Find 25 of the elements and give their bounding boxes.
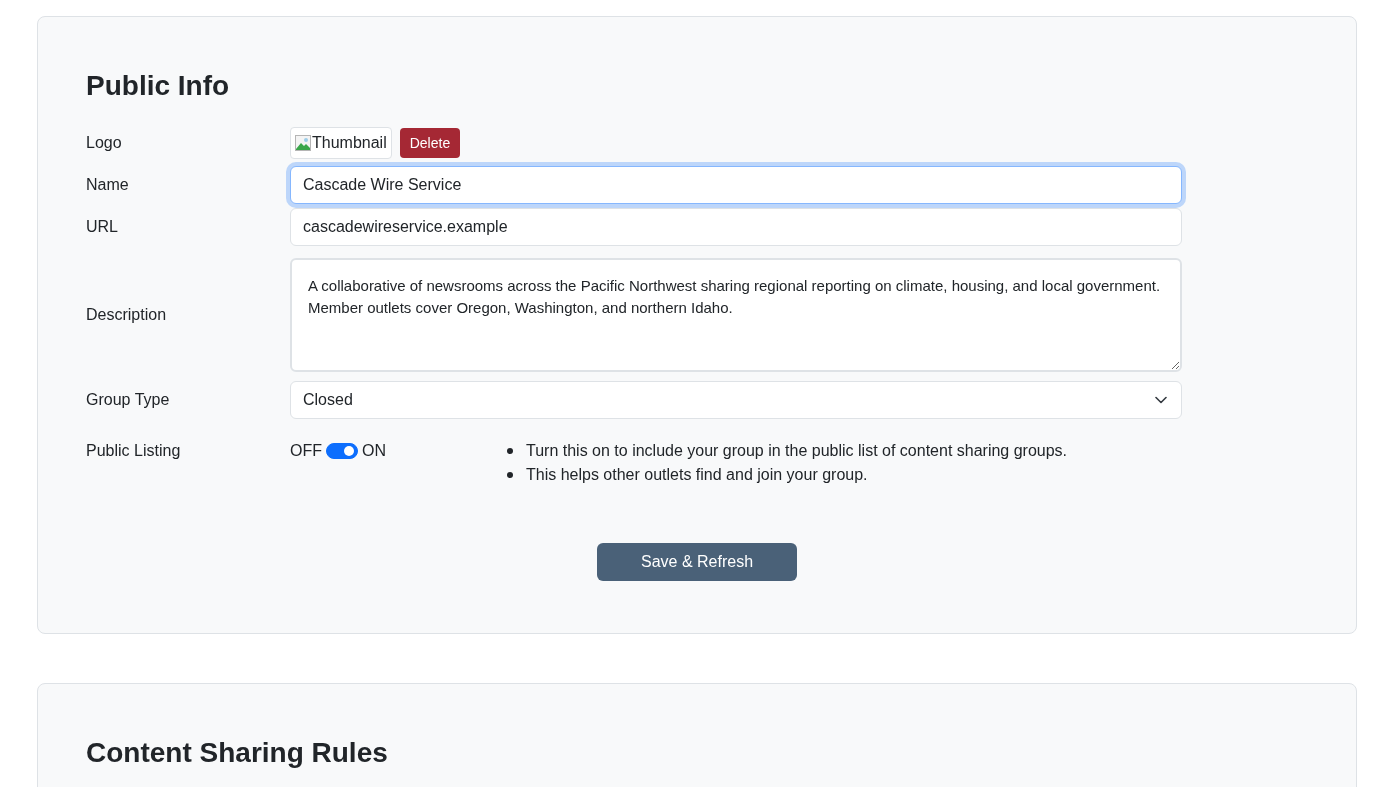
broken-image-icon <box>295 135 311 151</box>
field-label: Logo <box>86 134 122 151</box>
section-title: Content Sharing Rules <box>86 736 388 770</box>
bullet-icon <box>507 448 513 454</box>
field-label: Description <box>86 306 167 323</box>
text-input[interactable]: cascadewireservice.example <box>290 208 1182 246</box>
group-type-select[interactable]: Closed <box>290 381 1182 419</box>
toggle-on-label: ON <box>362 441 386 461</box>
section-title: Public Info <box>86 69 230 103</box>
field-label: Public Listing <box>86 442 181 459</box>
toggle-switch[interactable] <box>326 443 358 459</box>
delete-button[interactable]: Delete <box>399 128 461 158</box>
save-refresh-button[interactable]: Save & Refresh <box>597 543 797 581</box>
chevron-down-icon <box>1155 396 1167 404</box>
field-label: Name <box>86 176 129 193</box>
field-label: URL <box>86 218 118 235</box>
note-text: Turn this on to include your group in the public list of content sharing groups. <box>526 441 1068 461</box>
field-label: Group Type <box>86 391 170 408</box>
bullet-icon <box>507 472 513 478</box>
description-textarea[interactable]: A collaborative of newsrooms across the Pacific Northwest sharing regional reporting on climate, housing, and local government. Member outlets cover Oregon, Washington, and northern Idaho. <box>290 258 1182 372</box>
text-input[interactable]: Cascade Wire Service <box>290 166 1182 204</box>
toggle-off-label: OFF <box>290 441 322 461</box>
select-value: Closed <box>303 390 353 410</box>
image-alt-text: Thumbnail <box>312 133 387 153</box>
note-text: This helps other outlets find and join your group. <box>526 465 868 485</box>
